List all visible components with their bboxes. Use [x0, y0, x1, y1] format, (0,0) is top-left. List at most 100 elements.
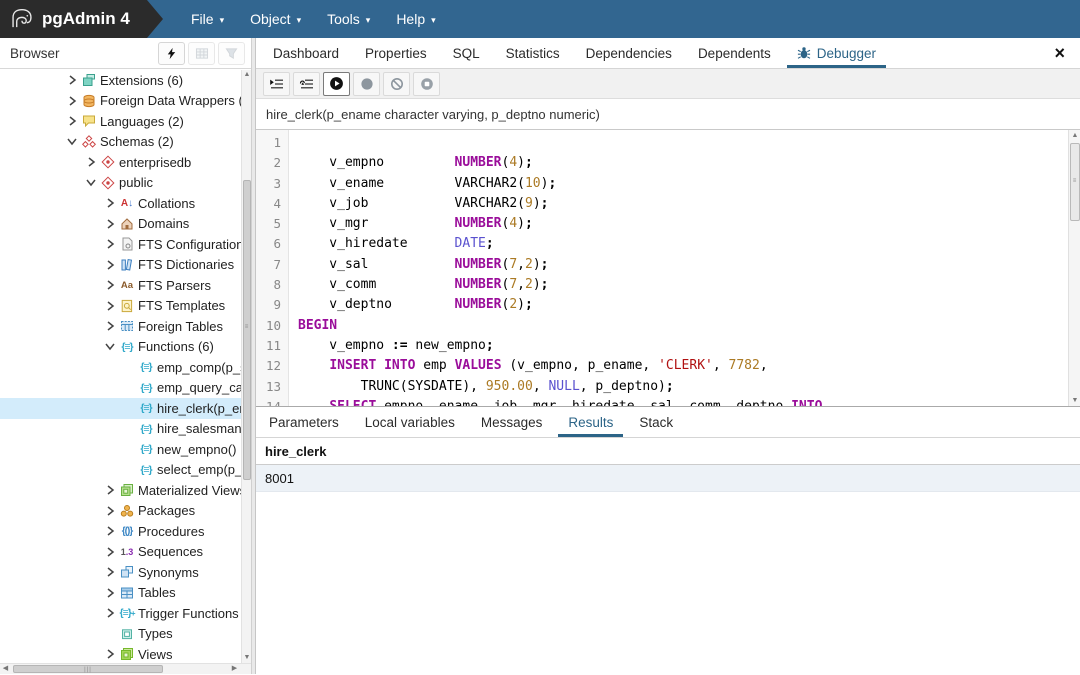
toggle-breakpoint-button[interactable] [353, 72, 380, 96]
tree-item-hire-clerk-p-en[interactable]: {≡}hire_clerk(p_en [0, 398, 251, 419]
tree-item-materialized-views[interactable]: Materialized Views [0, 480, 251, 501]
stop-button[interactable] [413, 72, 440, 96]
tab-statistics[interactable]: Statistics [493, 38, 573, 68]
tree-item-sequences[interactable]: 1.3Sequences [0, 542, 251, 563]
tree-item-label: Tables [138, 585, 176, 600]
tab-stack[interactable]: Stack [626, 407, 686, 437]
chevron-down-icon[interactable] [83, 178, 99, 187]
chevron-right-icon[interactable] [64, 96, 80, 106]
tree-item-functions-6[interactable]: {≡}Functions (6) [0, 337, 251, 358]
tree-item-extensions-6[interactable]: Extensions (6) [0, 70, 251, 91]
results-row[interactable]: 8001 [256, 465, 1080, 492]
scroll-up-arrow-icon[interactable]: ▲ [242, 70, 252, 80]
tree-item-label: Languages (2) [100, 114, 184, 129]
tab-debugger[interactable]: Debugger [784, 38, 889, 68]
panel-close-button[interactable]: × [1039, 38, 1080, 68]
chevron-down-icon[interactable] [102, 342, 118, 351]
tree-item-fts-configurations[interactable]: FTS Configurations [0, 234, 251, 255]
tree-item-public[interactable]: public [0, 173, 251, 194]
tree-item-label: FTS Parsers [138, 278, 211, 293]
tree-horizontal-scrollbar-thumb[interactable]: ||| [13, 665, 163, 673]
tab-dashboard[interactable]: Dashboard [260, 38, 352, 68]
tab-results[interactable]: Results [555, 407, 626, 437]
chevron-right-icon[interactable] [64, 116, 80, 126]
continue-button[interactable] [323, 72, 350, 96]
tree-item-foreign-tables[interactable]: Foreign Tables [0, 316, 251, 337]
tree-item-new-empno[interactable]: {≡}new_empno() [0, 439, 251, 460]
tree-item-tables[interactable]: Tables [0, 583, 251, 604]
menu-tools[interactable]: Tools▾ [314, 11, 383, 27]
tree-item-domains[interactable]: Domains [0, 214, 251, 235]
tree-item-foreign-data-wrappers-2[interactable]: Foreign Data Wrappers (2) [0, 91, 251, 112]
tree-item-procedures[interactable]: {()}Procedures [0, 521, 251, 542]
scroll-down-arrow-icon[interactable]: ▼ [242, 653, 252, 663]
tree-item-synonyms[interactable]: Synonyms [0, 562, 251, 583]
chevron-right-icon[interactable] [102, 547, 118, 557]
tree-item-enterprisedb[interactable]: enterprisedb [0, 152, 251, 173]
tab-dependencies[interactable]: Dependencies [573, 38, 685, 68]
tree-item-fts-dictionaries[interactable]: FTS Dictionaries [0, 255, 251, 276]
line-number: 5 [256, 214, 281, 234]
chevron-right-icon[interactable] [102, 506, 118, 516]
chevron-right-icon[interactable] [102, 588, 118, 598]
tab-properties[interactable]: Properties [352, 38, 440, 68]
code-content[interactable]: v_empno NUMBER(4); v_ename VARCHAR2(10);… [289, 130, 1080, 406]
tree-item-select-emp-p-e[interactable]: {≡}select_emp(p_e [0, 460, 251, 481]
chevron-right-icon[interactable] [102, 608, 118, 618]
tree-item-fts-templates[interactable]: FTS Templates [0, 296, 251, 317]
fts-config-icon [118, 237, 136, 251]
tree-item-schemas-2[interactable]: Schemas (2) [0, 132, 251, 153]
scroll-left-arrow-icon[interactable]: ◀ [0, 664, 11, 674]
tab-messages[interactable]: Messages [468, 407, 556, 437]
scroll-up-arrow-icon[interactable]: ▲ [1069, 130, 1080, 141]
tab-parameters[interactable]: Parameters [256, 407, 352, 437]
tab-sql[interactable]: SQL [440, 38, 493, 68]
code-line [298, 133, 1080, 153]
code-vertical-scrollbar-thumb[interactable]: ≡ [1070, 143, 1080, 221]
chevron-right-icon[interactable] [102, 198, 118, 208]
tree-item-types[interactable]: Types [0, 624, 251, 645]
step-into-button[interactable] [263, 72, 290, 96]
menu-object[interactable]: Object▾ [237, 11, 314, 27]
chevron-right-icon[interactable] [102, 239, 118, 249]
quick-search-button[interactable] [158, 42, 185, 65]
clear-breakpoints-button[interactable] [383, 72, 410, 96]
menu-help[interactable]: Help▾ [383, 11, 448, 27]
tree-item-emp-comp-p-s[interactable]: {≡}emp_comp(p_s [0, 357, 251, 378]
chevron-right-icon[interactable] [102, 649, 118, 659]
chevron-right-icon[interactable] [64, 75, 80, 85]
chevron-right-icon[interactable] [102, 219, 118, 229]
tab-local-variables[interactable]: Local variables [352, 407, 468, 437]
scroll-right-arrow-icon[interactable]: ▶ [229, 664, 240, 674]
tree-item-fts-parsers[interactable]: AaFTS Parsers [0, 275, 251, 296]
chevron-right-icon[interactable] [102, 485, 118, 495]
tree-horizontal-scrollbar[interactable]: ◀ ▶ ||| [0, 663, 251, 674]
tab-dependents[interactable]: Dependents [685, 38, 784, 68]
main-tabbar: DashboardPropertiesSQLStatisticsDependen… [256, 38, 1080, 69]
code-vertical-scrollbar[interactable]: ▲ ▼ ≡ [1068, 130, 1080, 406]
tree-item-emp-query-cal[interactable]: {≡}emp_query_cal [0, 378, 251, 399]
step-over-button[interactable] [293, 72, 320, 96]
tree-item-packages[interactable]: Packages [0, 501, 251, 522]
chevron-right-icon[interactable] [102, 321, 118, 331]
menu-file[interactable]: File▾ [178, 11, 237, 27]
tree-vertical-scrollbar-thumb[interactable]: ≡ [243, 180, 251, 480]
chevron-down-icon[interactable] [64, 137, 80, 146]
tree-item-hire-salesman[interactable]: {≡}hire_salesman( [0, 419, 251, 440]
code-editor[interactable]: 1234567891011121314 v_empno NUMBER(4); v… [256, 130, 1080, 407]
chevron-right-icon[interactable] [102, 301, 118, 311]
tree-item-languages-2[interactable]: Languages (2) [0, 111, 251, 132]
scroll-down-arrow-icon[interactable]: ▼ [1069, 395, 1080, 406]
tree-item-collations[interactable]: A↓Collations [0, 193, 251, 214]
bug-icon [797, 46, 811, 60]
chevron-right-icon[interactable] [102, 567, 118, 577]
chevron-right-icon[interactable] [102, 260, 118, 270]
views-icon [118, 647, 136, 661]
code-line: SELECT empno, ename, job, mgr, hiredate,… [298, 397, 1080, 406]
tree-vertical-scrollbar[interactable]: ▲ ▼ ≡ [241, 70, 251, 663]
chevron-right-icon[interactable] [102, 280, 118, 290]
chevron-right-icon[interactable] [102, 526, 118, 536]
tree-item-views[interactable]: Views [0, 644, 251, 663]
chevron-right-icon[interactable] [83, 157, 99, 167]
tree-item-trigger-functions[interactable]: {≡}+Trigger Functions [0, 603, 251, 624]
